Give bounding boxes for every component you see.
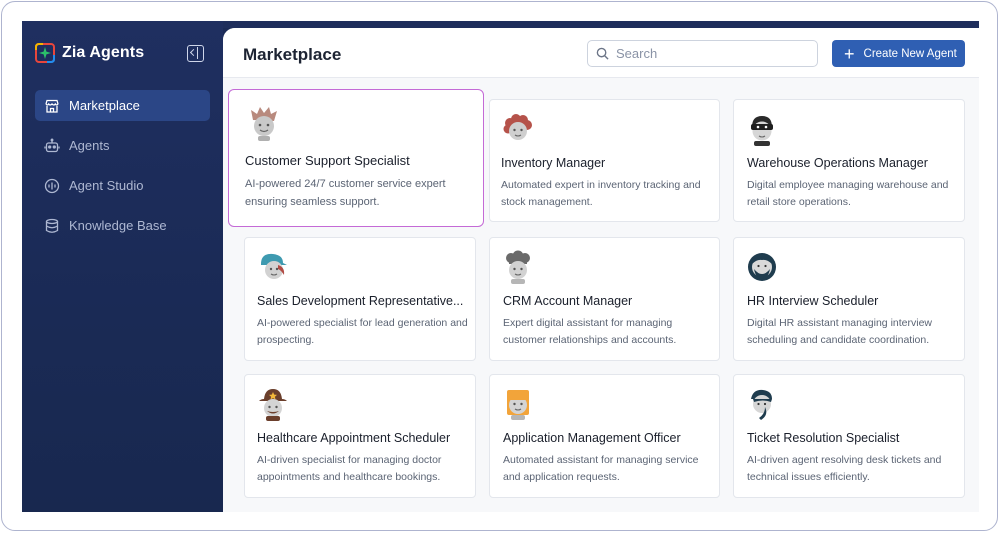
main-content: Marketplace + Create New Agent Custom: [223, 28, 979, 512]
agent-card-healthcare-appointment[interactable]: Healthcare Appointment Scheduler AI-driv…: [244, 374, 476, 498]
agent-card-warehouse-operations[interactable]: Warehouse Operations Manager Digital emp…: [733, 99, 965, 222]
robot-icon: [44, 138, 60, 152]
chef-hat-avatar-icon: [506, 250, 530, 284]
agent-card-hr-interview[interactable]: HR Interview Scheduler Digital HR assist…: [733, 237, 965, 361]
card-description: Digital HR assistant managing interview …: [747, 317, 932, 346]
spiky-hair-avatar-icon: [251, 107, 277, 141]
search-box[interactable]: [587, 40, 818, 67]
search-input[interactable]: [616, 46, 806, 61]
sidebar-item-label: Marketplace: [69, 98, 140, 113]
masked-avatar-icon: [751, 116, 773, 146]
card-title: Sales Development Representative...: [257, 294, 464, 308]
side-part-avatar-icon: [751, 389, 772, 420]
page-header: Marketplace + Create New Agent: [223, 28, 979, 78]
card-description: Expert digital assistant for managing cu…: [503, 317, 677, 346]
search-icon: [596, 47, 609, 60]
database-icon: [45, 218, 59, 233]
create-button-label: Create New Agent: [863, 47, 957, 60]
sheriff-avatar-icon: [259, 389, 287, 421]
page-title: Marketplace: [243, 45, 342, 64]
card-title: Warehouse Operations Manager: [747, 156, 928, 170]
storefront-icon: [45, 99, 59, 113]
sidebar: Zia Agents Marketplace Agents Agent Stud…: [22, 21, 223, 512]
card-description: AI-driven agent resolving desk tickets a…: [747, 454, 942, 483]
card-description: AI-driven specialist for managing doctor…: [257, 454, 442, 483]
card-description: Digital employee managing warehouse and …: [747, 179, 949, 208]
create-new-agent-button[interactable]: + Create New Agent: [832, 40, 965, 67]
sidebar-item-label: Agent Studio: [69, 178, 144, 193]
card-title: Ticket Resolution Specialist: [747, 431, 900, 445]
plus-icon: +: [844, 43, 855, 64]
card-title: HR Interview Scheduler: [747, 294, 879, 308]
cap-avatar-icon: [261, 253, 287, 279]
card-title: Customer Support Specialist: [245, 153, 410, 168]
brand[interactable]: Zia Agents: [35, 43, 144, 63]
bearded-avatar-icon: [748, 253, 776, 281]
card-title: Application Management Officer: [503, 431, 681, 445]
sidebar-item-marketplace[interactable]: Marketplace: [35, 90, 210, 121]
agent-card-crm-account-manager[interactable]: CRM Account Manager Expert digital assis…: [489, 237, 720, 361]
agent-card-inventory-manager[interactable]: Inventory Manager Automated expert in in…: [489, 99, 720, 222]
app-name: Zia Agents: [62, 44, 145, 61]
card-title: Healthcare Appointment Scheduler: [257, 431, 451, 445]
waveform-icon: [44, 178, 60, 193]
agent-card-application-management[interactable]: Application Management Officer Automated…: [489, 374, 720, 498]
sidebar-item-agent-studio[interactable]: Agent Studio: [35, 170, 210, 201]
sidebar-item-agents[interactable]: Agents: [35, 130, 210, 161]
agent-card-ticket-resolution[interactable]: Ticket Resolution Specialist AI-driven a…: [733, 374, 965, 498]
collapse-sidebar-icon[interactable]: [187, 45, 204, 62]
sidebar-nav: Marketplace Agents Agent Studio Knowledg…: [35, 90, 210, 250]
zia-logo-icon: [35, 43, 55, 63]
agent-card-customer-support[interactable]: Customer Support Specialist AI-powered 2…: [228, 89, 484, 227]
orange-hair-avatar-icon: [507, 390, 529, 420]
app-window: Zia Agents Marketplace Agents Agent Stud…: [22, 21, 979, 512]
sidebar-item-label: Agents: [69, 138, 110, 153]
curly-hair-avatar-icon: [503, 114, 532, 140]
card-description: AI-powered 24/7 customer service expert …: [245, 178, 446, 208]
sidebar-item-knowledge-base[interactable]: Knowledge Base: [35, 210, 210, 241]
card-title: CRM Account Manager: [503, 294, 633, 308]
card-description: AI-powered specialist for lead generatio…: [257, 317, 468, 346]
card-description: Automated assistant for managing service…: [503, 454, 699, 483]
agent-card-sales-development[interactable]: Sales Development Representative... AI-p…: [244, 237, 476, 361]
card-title: Inventory Manager: [501, 156, 606, 170]
sidebar-item-label: Knowledge Base: [69, 218, 167, 233]
card-description: Automated expert in inventory tracking a…: [501, 179, 701, 208]
